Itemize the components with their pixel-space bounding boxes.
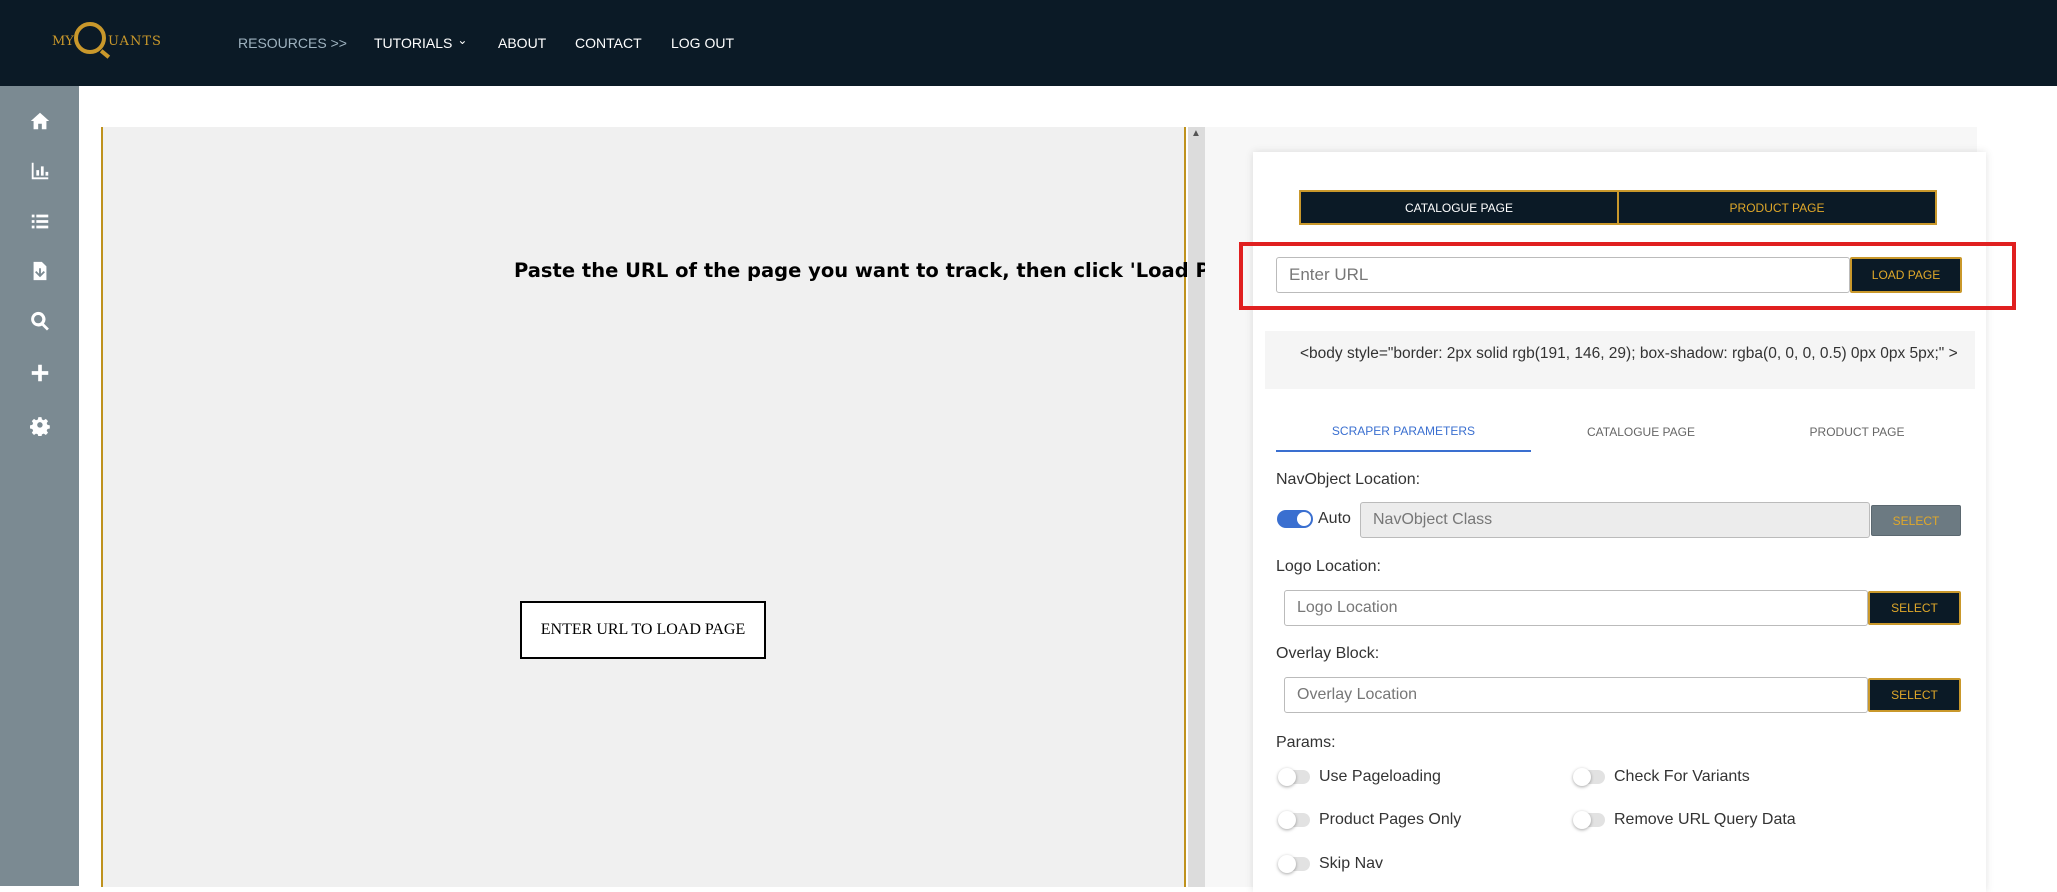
- code-snippet-text: <body style="border: 2px solid rgb(191, …: [1300, 345, 1958, 362]
- page-preview-frame[interactable]: [101, 127, 1186, 887]
- overlay-select-button[interactable]: SELECT: [1868, 678, 1961, 712]
- navobject-location-label: NavObject Location:: [1276, 471, 1421, 488]
- product-pages-only-label: Product Pages Only: [1319, 811, 1462, 828]
- nav-resources[interactable]: RESOURCES >>: [238, 35, 347, 51]
- list-icon[interactable]: [27, 208, 53, 234]
- logo-q-mark: [74, 22, 106, 54]
- tab-catalogue-page[interactable]: CATALOGUE PAGE: [1531, 412, 1751, 452]
- top-navbar: MY UANTS RESOURCES >> TUTORIALS ⌄ ABOUT …: [0, 0, 2057, 86]
- nav-logout[interactable]: LOG OUT: [671, 35, 734, 51]
- gear-icon[interactable]: [27, 412, 53, 438]
- nav-contact[interactable]: CONTACT: [575, 35, 642, 51]
- url-input[interactable]: [1276, 257, 1850, 293]
- logo-location-input[interactable]: [1284, 590, 1868, 626]
- tab-scraper-parameters[interactable]: SCRAPER PARAMETERS: [1276, 412, 1531, 452]
- remove-url-query-data-label: Remove URL Query Data: [1614, 811, 1796, 828]
- load-page-button[interactable]: LOAD PAGE: [1850, 257, 1962, 293]
- navobject-class-input[interactable]: [1360, 502, 1870, 538]
- use-pageloading-label: Use Pageloading: [1319, 768, 1441, 785]
- params-label: Params:: [1276, 734, 1336, 751]
- product-pages-only-toggle[interactable]: [1278, 811, 1310, 829]
- plus-icon[interactable]: [27, 360, 53, 386]
- overlay-location-input[interactable]: [1284, 677, 1868, 713]
- catalogue-page-button[interactable]: CATALOGUE PAGE: [1301, 192, 1619, 223]
- nav-about[interactable]: ABOUT: [498, 35, 546, 51]
- instruction-annotation: Paste the URL of the page you want to tr…: [514, 259, 1312, 282]
- overlay-block-label: Overlay Block:: [1276, 645, 1380, 662]
- skip-nav-toggle[interactable]: [1278, 855, 1310, 873]
- navobject-auto-toggle[interactable]: [1277, 510, 1313, 528]
- use-pageloading-toggle[interactable]: [1278, 768, 1310, 786]
- navobject-select-button[interactable]: SELECT: [1871, 505, 1961, 536]
- check-for-variants-label: Check For Variants: [1614, 768, 1750, 785]
- sidebar: [0, 86, 79, 886]
- remove-url-query-data-toggle[interactable]: [1573, 811, 1605, 829]
- tab-product-page[interactable]: PRODUCT PAGE: [1751, 412, 1963, 452]
- scroll-up-arrow-icon[interactable]: ▲: [1191, 128, 1201, 139]
- chevron-down-icon[interactable]: ⌄: [457, 33, 467, 47]
- logo-select-button[interactable]: SELECT: [1868, 591, 1961, 625]
- search-icon[interactable]: [27, 308, 53, 334]
- check-for-variants-toggle[interactable]: [1573, 768, 1605, 786]
- preview-scrollbar[interactable]: [1188, 127, 1205, 887]
- logo-text-my: MY: [52, 34, 74, 49]
- home-icon[interactable]: [27, 108, 53, 134]
- nav-tutorials[interactable]: TUTORIALS: [374, 35, 452, 51]
- skip-nav-label: Skip Nav: [1319, 855, 1384, 872]
- page-type-switch: CATALOGUE PAGE PRODUCT PAGE: [1299, 190, 1937, 225]
- logo-text-uants: UANTS: [108, 34, 162, 49]
- logo-location-label: Logo Location:: [1276, 558, 1381, 575]
- myquants-logo[interactable]: MY UANTS: [52, 20, 172, 64]
- product-page-button[interactable]: PRODUCT PAGE: [1619, 192, 1935, 223]
- enter-url-placeholder-button[interactable]: ENTER URL TO LOAD PAGE: [520, 601, 766, 659]
- file-download-icon[interactable]: [27, 258, 53, 284]
- parameter-tabs: SCRAPER PARAMETERS CATALOGUE PAGE PRODUC…: [1276, 412, 1963, 452]
- bar-chart-icon[interactable]: [27, 158, 53, 184]
- navobject-auto-label: Auto: [1318, 510, 1351, 527]
